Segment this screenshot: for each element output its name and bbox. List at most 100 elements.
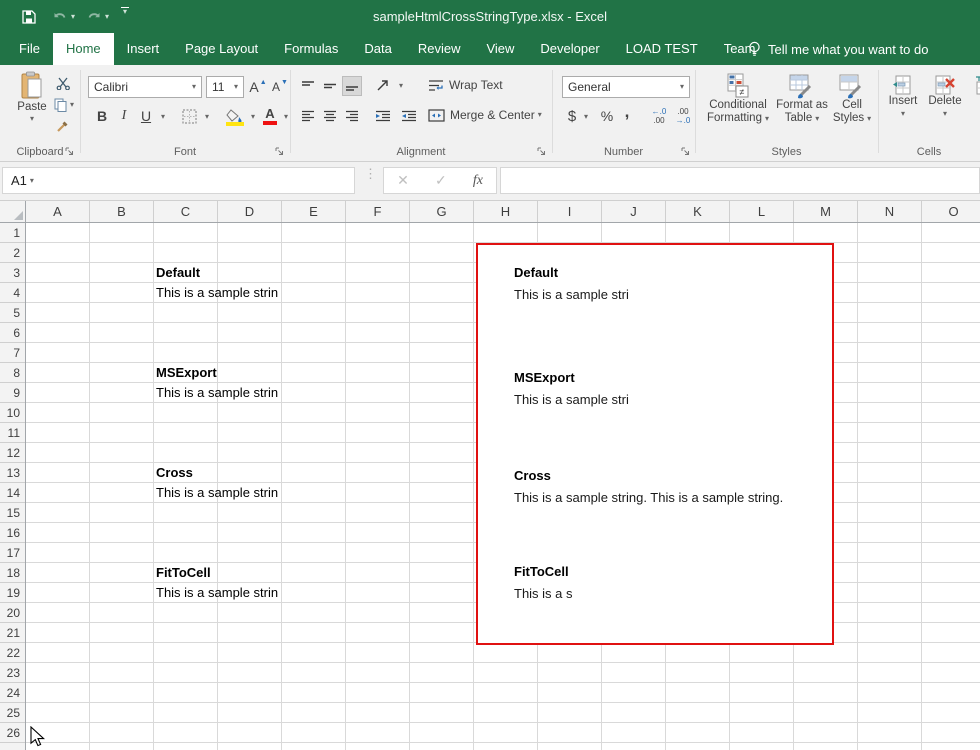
html-export-preview-picture[interactable]: Default This is a sample stri MSExport T… <box>476 243 834 645</box>
select-all-corner[interactable] <box>0 201 26 223</box>
row-header[interactable]: 17 <box>0 543 25 563</box>
font-family-select[interactable]: Calibri ▾ <box>88 76 202 98</box>
column-header[interactable]: K <box>666 201 730 222</box>
tab-page-layout[interactable]: Page Layout <box>172 33 271 65</box>
tab-formulas[interactable]: Formulas <box>271 33 351 65</box>
percent-style-button[interactable]: % <box>597 105 617 127</box>
font-size-select[interactable]: 11 ▾ <box>206 76 244 98</box>
tab-load-test[interactable]: LOAD TEST <box>613 33 711 65</box>
wrap-text-button[interactable]: Wrap Text <box>428 74 503 96</box>
row-header[interactable]: 4 <box>0 283 25 303</box>
align-right-button[interactable] <box>342 106 362 126</box>
increase-font-size-button[interactable]: A▲ <box>248 76 268 98</box>
bold-button[interactable]: B <box>92 105 112 127</box>
cell-styles-button[interactable]: Cell Styles▾ <box>829 73 875 125</box>
increase-indent-button[interactable] <box>398 106 420 126</box>
row-header[interactable]: 8 <box>0 363 25 383</box>
column-header[interactable]: G <box>410 201 474 222</box>
merge-and-center-button[interactable]: Merge & Center ▾ <box>428 104 542 126</box>
borders-dropdown-icon[interactable]: ▾ <box>205 113 209 121</box>
font-color-dropdown-icon[interactable]: ▾ <box>284 113 288 121</box>
tab-review[interactable]: Review <box>405 33 474 65</box>
top-align-button[interactable] <box>298 76 318 96</box>
row-header[interactable]: 14 <box>0 483 25 503</box>
copy-button[interactable]: ▾ <box>50 97 78 113</box>
accounting-format-button[interactable]: $ <box>564 105 580 127</box>
borders-button[interactable] <box>180 107 198 125</box>
bottom-align-button[interactable] <box>342 76 362 96</box>
conditional-formatting-button[interactable]: ≠ Conditional Formatting▾ <box>701 73 775 125</box>
format-cells-button[interactable]: Fo <box>966 75 980 108</box>
orientation-dropdown-icon[interactable]: ▾ <box>399 82 403 90</box>
row-header[interactable]: 19 <box>0 583 25 603</box>
decrease-font-size-button[interactable]: A▼ <box>270 76 290 98</box>
row-header[interactable]: 2 <box>0 243 25 263</box>
cell-C9[interactable]: This is a sample strin <box>156 383 282 403</box>
tab-home[interactable]: Home <box>53 33 114 65</box>
row-header[interactable]: 12 <box>0 443 25 463</box>
tab-insert[interactable]: Insert <box>114 33 173 65</box>
row-header[interactable]: 9 <box>0 383 25 403</box>
row-header[interactable]: 24 <box>0 683 25 703</box>
row-header[interactable]: 10 <box>0 403 25 423</box>
tell-me-box[interactable]: Tell me what you want to do <box>748 33 928 65</box>
middle-align-button[interactable] <box>320 76 340 96</box>
fill-color-button[interactable] <box>224 105 246 127</box>
row-header[interactable]: 1 <box>0 223 25 243</box>
align-left-button[interactable] <box>298 106 318 126</box>
row-header[interactable]: 13 <box>0 463 25 483</box>
row-header[interactable]: 16 <box>0 523 25 543</box>
column-header[interactable]: L <box>730 201 794 222</box>
formula-bar-resize-dots[interactable]: ⋮ <box>364 171 377 177</box>
row-header[interactable]: 6 <box>0 323 25 343</box>
row-header[interactable]: 5 <box>0 303 25 323</box>
column-header[interactable]: I <box>538 201 602 222</box>
row-header[interactable]: 18 <box>0 563 25 583</box>
decrease-indent-button[interactable] <box>372 106 394 126</box>
row-header[interactable]: 26 <box>0 723 25 743</box>
column-header[interactable]: C <box>154 201 218 222</box>
italic-button[interactable]: I <box>114 105 134 127</box>
cut-button[interactable] <box>52 75 74 91</box>
column-header[interactable]: J <box>602 201 666 222</box>
cell-C14[interactable]: This is a sample strin <box>156 483 282 503</box>
tab-file[interactable]: File <box>6 33 53 65</box>
row-header[interactable]: 11 <box>0 423 25 443</box>
row-header[interactable]: 7 <box>0 343 25 363</box>
cell-C8[interactable]: MSExport <box>156 363 217 383</box>
column-header[interactable]: E <box>282 201 346 222</box>
column-header[interactable]: M <box>794 201 858 222</box>
row-header[interactable]: 22 <box>0 643 25 663</box>
format-painter-button[interactable] <box>52 118 74 134</box>
cancel-icon[interactable]: ✕ <box>397 172 409 189</box>
cell-C19[interactable]: This is a sample strin <box>156 583 282 603</box>
column-header[interactable]: F <box>346 201 410 222</box>
delete-cells-button[interactable]: Delete ▾ <box>924 75 966 118</box>
column-header[interactable]: N <box>858 201 922 222</box>
underline-button[interactable]: U <box>136 105 156 127</box>
accounting-dropdown-icon[interactable]: ▾ <box>584 113 588 121</box>
paste-button[interactable]: Paste ▾ <box>10 71 54 123</box>
copy-dropdown-icon[interactable]: ▾ <box>70 101 74 109</box>
cell-C18[interactable]: FitToCell <box>156 563 211 583</box>
name-box[interactable]: A1 ▾ <box>2 167 355 194</box>
row-header[interactable]: 23 <box>0 663 25 683</box>
cell-C4[interactable]: This is a sample strin <box>156 283 282 303</box>
column-header[interactable]: B <box>90 201 154 222</box>
decrease-decimal-button[interactable]: .00 →.0 <box>672 105 694 127</box>
row-header[interactable]: 3 <box>0 263 25 283</box>
name-box-dropdown-icon[interactable]: ▾ <box>30 177 34 185</box>
paste-dropdown-icon[interactable]: ▾ <box>30 115 34 123</box>
insert-cells-button[interactable]: Insert ▾ <box>884 75 922 118</box>
row-header[interactable]: 25 <box>0 703 25 723</box>
format-as-table-button[interactable]: Format as Table▾ <box>777 73 827 125</box>
insert-function-icon[interactable]: fx <box>473 173 483 189</box>
align-center-button[interactable] <box>320 106 340 126</box>
cell-C13[interactable]: Cross <box>156 463 193 483</box>
row-header[interactable]: 20 <box>0 603 25 623</box>
formula-input[interactable] <box>500 167 980 194</box>
tab-data[interactable]: Data <box>351 33 404 65</box>
row-header[interactable]: 15 <box>0 503 25 523</box>
increase-decimal-button[interactable]: ←.0 .00 <box>648 105 670 127</box>
column-header[interactable]: D <box>218 201 282 222</box>
